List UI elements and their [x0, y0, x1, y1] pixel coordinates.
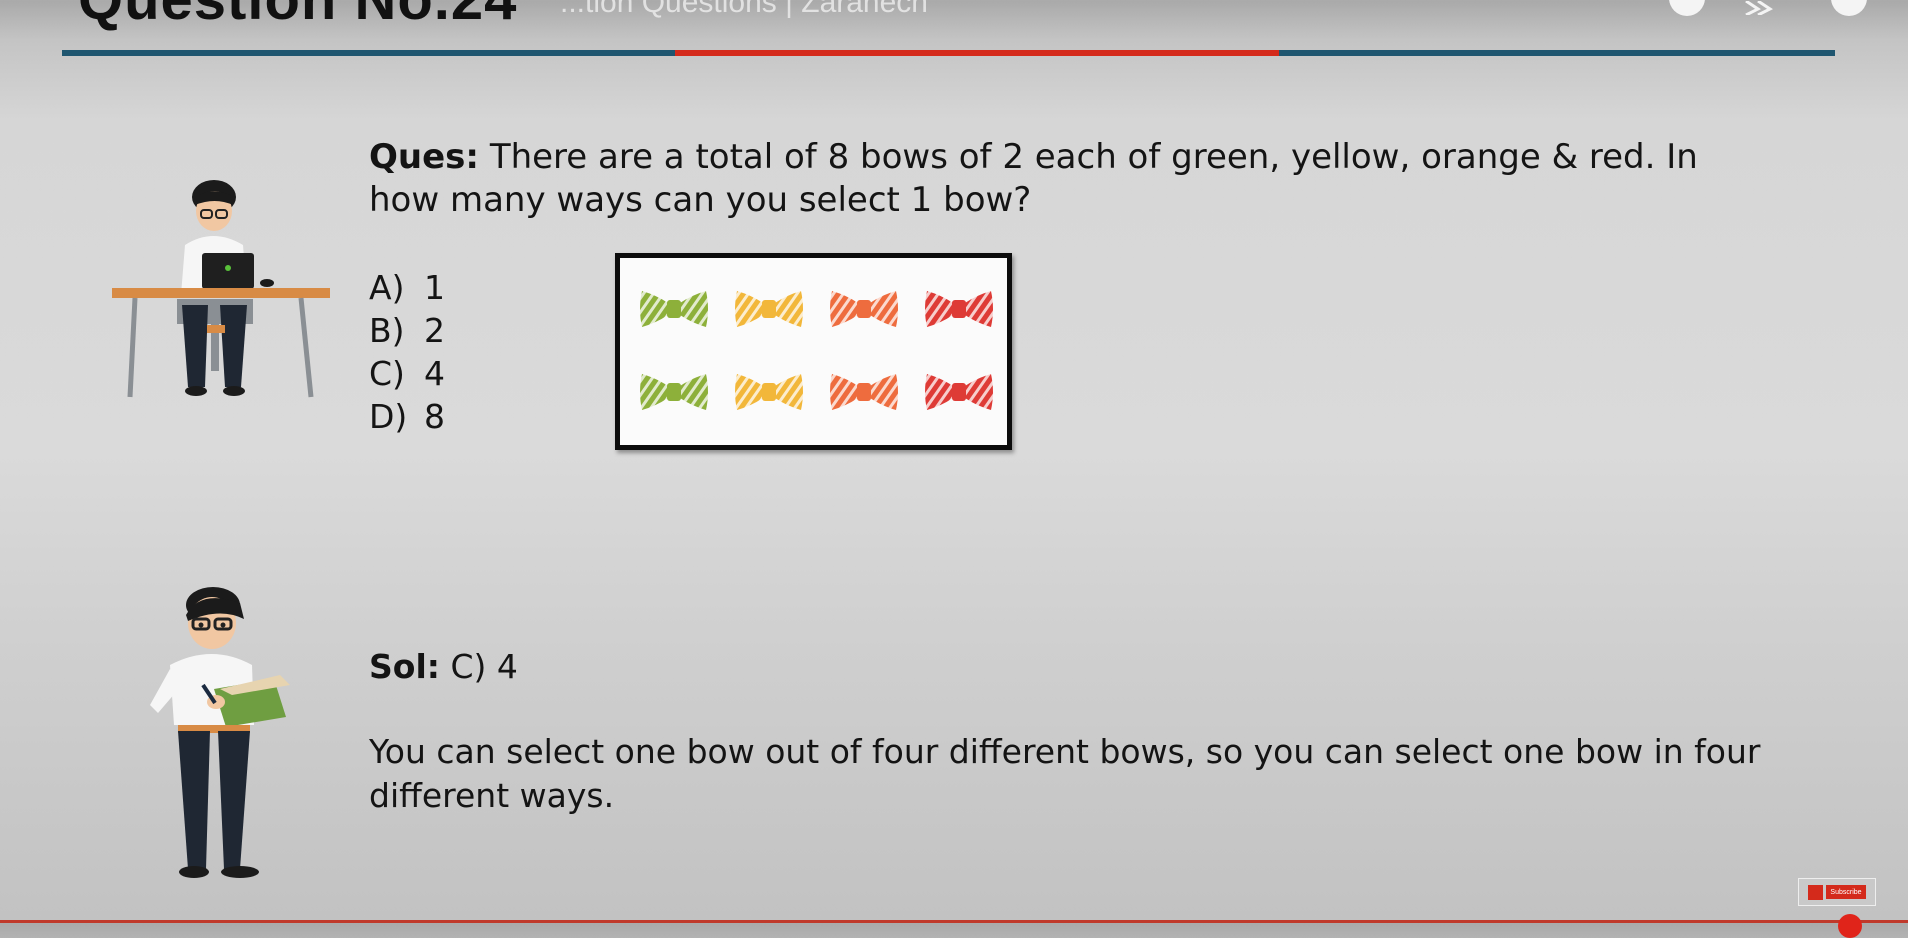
person-at-desk-illustration — [112, 180, 330, 398]
info-icon[interactable] — [1831, 0, 1867, 16]
orange-bow-icon — [830, 374, 898, 410]
answer-options: A) 1 B) 2 C) 4 D) 8 — [369, 266, 445, 438]
option-letter: A) — [369, 268, 405, 307]
option-value: 1 — [424, 268, 445, 307]
option-value: 4 — [424, 354, 445, 393]
option-b: B) 2 — [369, 309, 445, 352]
video-title-overlay: ...tion Questions | Zaranech — [560, 0, 928, 19]
solution-answer: C) 4 — [439, 647, 518, 686]
option-d: D) 8 — [369, 395, 445, 438]
share-icon[interactable] — [1738, 0, 1778, 17]
orange-bow-icon — [830, 291, 898, 327]
option-letter: C) — [369, 354, 405, 393]
solution-explanation: You can select one bow out of four diffe… — [369, 732, 1761, 815]
green-bow-icon — [640, 374, 708, 410]
channel-logo-icon — [1808, 884, 1824, 900]
option-value: 8 — [424, 397, 445, 436]
red-bow-icon — [925, 291, 993, 327]
yellow-bow-icon — [735, 291, 803, 327]
option-letter: D) — [369, 397, 408, 436]
subscribe-button[interactable]: Subscribe — [1826, 885, 1866, 899]
watch-later-icon[interactable] — [1669, 0, 1705, 16]
question-text: Ques: There are a total of 8 bows of 2 e… — [369, 136, 1769, 222]
question-label: Ques: — [369, 137, 480, 177]
option-c: C) 4 — [369, 352, 445, 395]
question-body: There are a total of 8 bows of 2 each of… — [369, 137, 1698, 220]
option-letter: B) — [369, 311, 405, 350]
option-a: A) 1 — [369, 266, 445, 309]
solution-label: Sol: — [369, 647, 440, 686]
yellow-bow-icon — [735, 374, 803, 410]
red-bow-icon — [925, 374, 993, 410]
option-value: 2 — [424, 311, 445, 350]
subscribe-watermark[interactable]: Subscribe — [1798, 878, 1876, 906]
page-title: Question No.24 — [78, 0, 517, 33]
solution-line: Sol: C) 4 — [369, 647, 518, 686]
bows-image-panel — [615, 253, 1012, 450]
title-underline-accent — [675, 50, 1279, 56]
video-progress-handle[interactable] — [1838, 914, 1862, 938]
green-bow-icon — [640, 291, 708, 327]
person-with-clipboard-illustration — [150, 587, 290, 878]
